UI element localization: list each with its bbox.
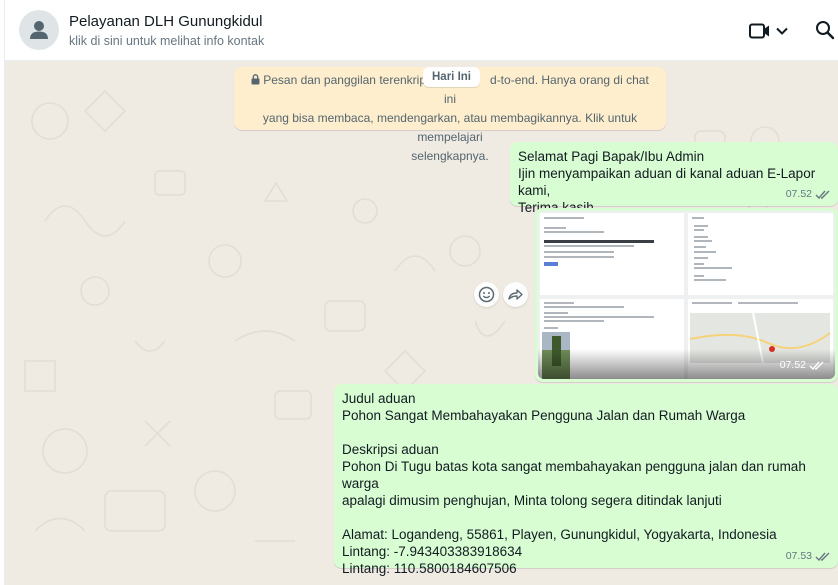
- encryption-text-part1: Pesan dan panggilan terenkrip: [263, 73, 427, 87]
- double-check-icon: [815, 552, 830, 562]
- message-time: 07.53: [785, 550, 812, 562]
- forward-icon: [508, 289, 523, 300]
- default-avatar-icon: [30, 21, 48, 39]
- message-text: Selamat Pagi Bapak/Ibu Admin Ijin menyam…: [518, 149, 816, 215]
- contact-avatar[interactable]: [19, 10, 59, 50]
- double-check-icon: [815, 190, 830, 200]
- forward-button[interactable]: [503, 282, 528, 307]
- react-button[interactable]: [474, 282, 499, 307]
- video-call-icon: [749, 23, 769, 39]
- search-button[interactable]: [813, 18, 837, 42]
- message-meta: 07.52: [786, 186, 831, 203]
- outgoing-image-message[interactable]: 07.52: [535, 208, 838, 382]
- message-list[interactable]: Pesan dan panggilan terenkrip d-to-end. H…: [5, 61, 838, 585]
- message-meta: 07.53: [786, 548, 831, 565]
- contact-name[interactable]: Pelayanan DLH Gunungkidul: [69, 13, 262, 30]
- double-check-icon: [809, 361, 824, 371]
- message-meta: 07.52: [780, 357, 825, 374]
- outgoing-message-greeting[interactable]: Selamat Pagi Bapak/Ibu Admin Ijin menyam…: [510, 142, 838, 215]
- emoji-icon: [478, 286, 495, 303]
- message-text: Judul aduan Pohon Sangat Membahayakan Pe…: [342, 391, 806, 576]
- chat-window: Pelayanan DLH Gunungkidul klik di sini u…: [0, 0, 838, 585]
- search-icon[interactable]: [813, 18, 837, 42]
- video-call-button[interactable]: [748, 19, 794, 43]
- chevron-down-icon: [776, 27, 788, 35]
- date-divider: Hari Ini: [423, 67, 480, 87]
- chevron-down-icon[interactable]: [811, 217, 829, 231]
- message-time: 07.52: [785, 188, 812, 200]
- report-screenshot-image[interactable]: 07.52: [538, 211, 835, 379]
- outgoing-message-complaint-details[interactable]: Judul aduan Pohon Sangat Membahayakan Pe…: [334, 384, 838, 576]
- lock-icon: [251, 74, 260, 85]
- message-time: 07.52: [779, 359, 806, 371]
- chat-header[interactable]: Pelayanan DLH Gunungkidul klik di sini u…: [5, 0, 838, 61]
- contact-info-hint[interactable]: klik di sini untuk melihat info kontak: [69, 34, 264, 48]
